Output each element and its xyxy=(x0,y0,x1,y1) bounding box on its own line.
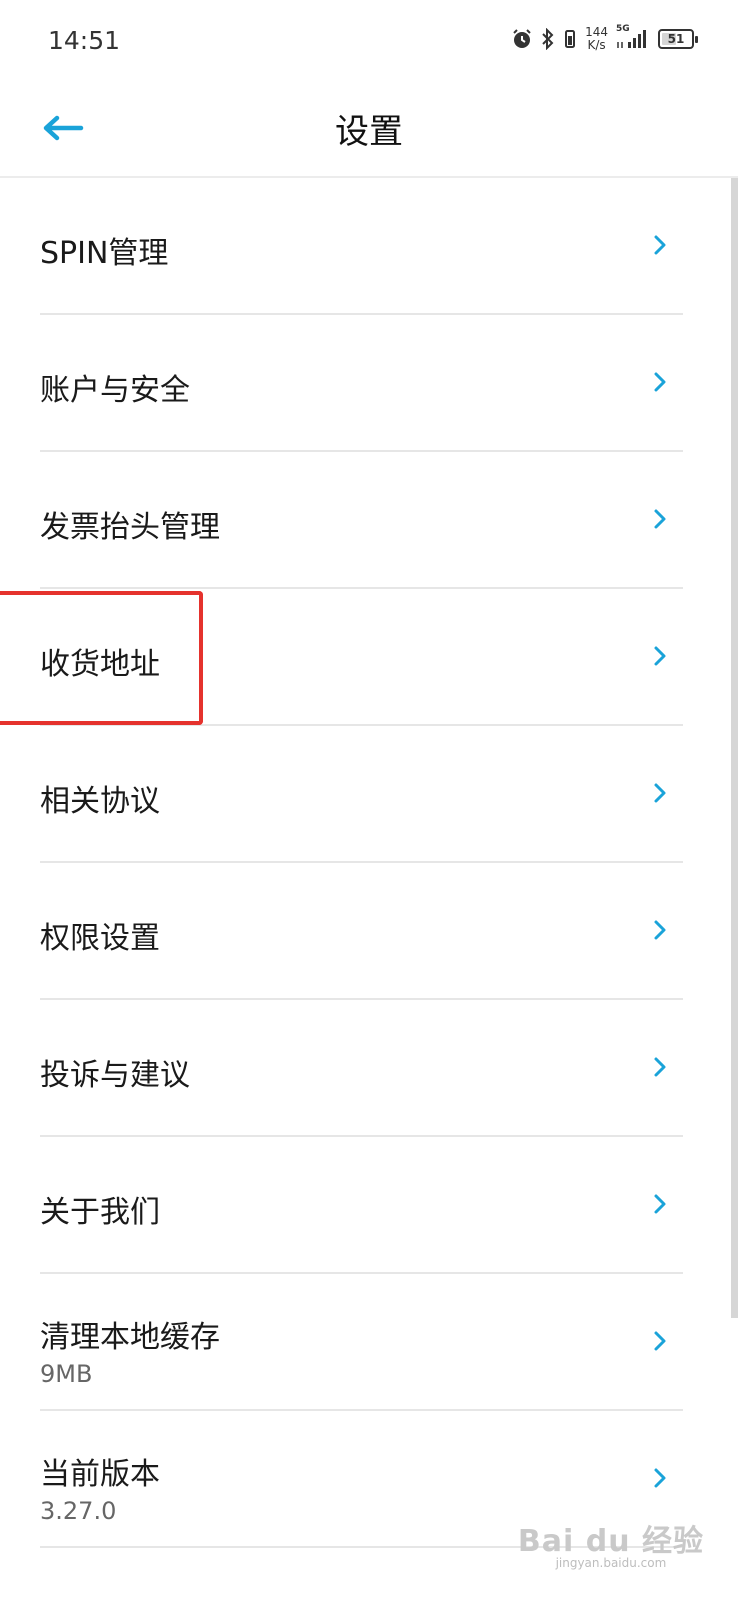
settings-item-value: 3.27.0 xyxy=(40,1497,117,1525)
settings-item-label: 关于我们 xyxy=(40,1195,160,1230)
network-type: 5G xyxy=(616,24,630,34)
page-title: 设置 xyxy=(335,112,403,152)
chevron-right-icon xyxy=(654,920,666,940)
settings-item-feedback[interactable]: 投诉与建议 xyxy=(40,1000,683,1137)
settings-item-value: 9MB xyxy=(40,1360,93,1388)
settings-item-label: 权限设置 xyxy=(40,921,160,956)
app-header: 设置 xyxy=(0,84,738,178)
signal-icon: 5G xyxy=(616,24,650,50)
vibrate-icon xyxy=(563,28,577,50)
settings-item-label: 当前版本 xyxy=(40,1457,160,1492)
chevron-right-icon xyxy=(654,1194,666,1214)
bluetooth-icon xyxy=(541,28,555,50)
status-icons: 144 K/s 5G 51 xyxy=(511,24,698,52)
chevron-right-icon xyxy=(654,509,666,529)
settings-item-label: 相关协议 xyxy=(40,784,160,819)
chevron-right-icon xyxy=(654,783,666,803)
settings-item-about-us[interactable]: 关于我们 xyxy=(40,1137,683,1274)
status-time: 14:51 xyxy=(48,26,121,55)
network-speed-unit: K/s xyxy=(587,38,606,52)
chevron-right-icon xyxy=(654,372,666,392)
battery-icon: 51 xyxy=(658,29,698,49)
chevron-right-icon xyxy=(654,1331,666,1351)
status-bar: 14:51 144 K/s 5G 51 xyxy=(0,0,738,84)
chevron-right-icon xyxy=(654,1468,666,1488)
alarm-icon xyxy=(511,28,533,50)
settings-item-agreements[interactable]: 相关协议 xyxy=(40,726,683,863)
watermark-logo-text: Bai du 经验 xyxy=(517,1524,704,1559)
settings-item-label: 投诉与建议 xyxy=(40,1058,190,1093)
chevron-right-icon xyxy=(654,235,666,255)
watermark: Bai du 经验 jingyan.baidu.com xyxy=(518,1516,704,1570)
network-speed: 144 K/s xyxy=(585,26,608,52)
scrollbar[interactable] xyxy=(731,178,738,1318)
settings-item-invoice-title[interactable]: 发票抬头管理 xyxy=(40,452,683,589)
settings-item-shipping-address[interactable]: 收货地址 xyxy=(40,589,683,726)
settings-item-label: 账户与安全 xyxy=(40,373,190,408)
settings-item-permission-settings[interactable]: 权限设置 xyxy=(40,863,683,1000)
settings-item-label: 发票抬头管理 xyxy=(40,510,220,545)
chevron-right-icon xyxy=(654,646,666,666)
settings-item-account-security[interactable]: 账户与安全 xyxy=(40,315,683,452)
settings-item-label: 收货地址 xyxy=(40,647,160,682)
settings-item-label: SPIN管理 xyxy=(40,236,169,271)
battery-level: 51 xyxy=(667,32,685,46)
chevron-right-icon xyxy=(654,1057,666,1077)
settings-item-clear-cache[interactable]: 清理本地缓存 9MB xyxy=(40,1274,683,1411)
settings-list: SPIN管理 账户与安全发票抬头管理 收货地址相关协议权限设置投诉与建议关于我们清理… xyxy=(40,178,683,1548)
settings-item-label: 清理本地缓存 xyxy=(40,1320,220,1355)
settings-item-spin-management[interactable]: SPIN管理 xyxy=(40,178,683,315)
